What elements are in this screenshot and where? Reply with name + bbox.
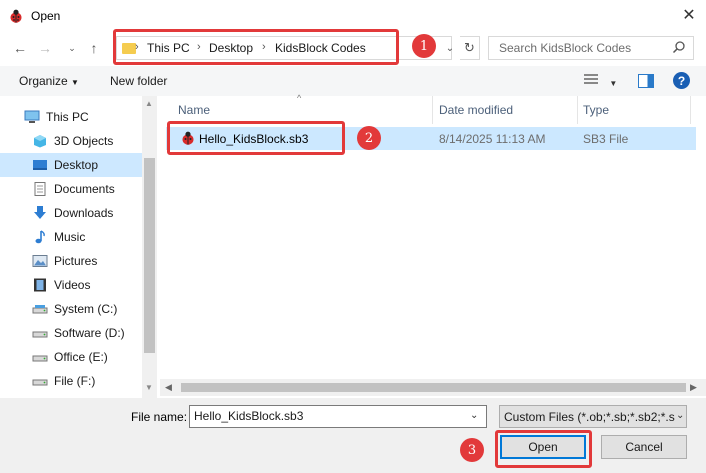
file-type: SB3 File xyxy=(583,132,629,146)
sidebar-item-label: Documents xyxy=(54,182,115,196)
download-icon xyxy=(32,206,48,220)
horizontal-scrollbar-thumb[interactable] xyxy=(181,383,686,392)
chevron-down-icon[interactable]: ⌄ xyxy=(676,410,684,421)
close-button[interactable]: ✕ xyxy=(672,0,706,30)
drive-icon xyxy=(32,302,48,316)
sidebar-item-label: Music xyxy=(54,230,86,244)
sidebar-item-label: Pictures xyxy=(54,254,98,268)
desktop-icon xyxy=(32,158,48,172)
caret-down-icon: ▼ xyxy=(609,79,618,88)
sidebar-item-label: Office (E:) xyxy=(54,350,108,364)
sidebar-item-office-e[interactable]: Office (E:) xyxy=(14,345,142,369)
address-dropdown-button[interactable]: ⌄ xyxy=(440,36,460,60)
caret-down-icon: ▼ xyxy=(71,78,79,87)
drive-icon xyxy=(32,350,48,364)
cancel-button[interactable]: Cancel xyxy=(601,435,687,459)
sidebar-item-label: Videos xyxy=(54,278,91,292)
search-placeholder: Search KidsBlock Codes xyxy=(499,41,632,55)
arrow-up-icon: ↑ xyxy=(90,40,98,56)
scroll-up-icon[interactable]: ▲ xyxy=(145,99,153,108)
drive-icon xyxy=(32,326,48,340)
scroll-down-icon[interactable]: ▼ xyxy=(145,383,153,392)
sidebar-scrollbar-thumb[interactable] xyxy=(144,158,155,353)
recent-locations-button[interactable]: ⌄ xyxy=(62,39,82,57)
annotation-box-2 xyxy=(167,121,345,155)
chevron-down-icon: ⌄ xyxy=(68,42,76,53)
sidebar-item-documents[interactable]: Documents xyxy=(14,177,142,201)
new-folder-button[interactable]: New folder xyxy=(110,74,167,88)
sidebar-item-label: Software (D:) xyxy=(54,326,125,340)
column-divider[interactable] xyxy=(690,96,691,124)
scroll-right-icon[interactable]: ▶ xyxy=(690,382,697,393)
annotation-badge-3: 3 xyxy=(460,438,484,462)
back-button[interactable]: ← xyxy=(10,39,30,57)
organize-menu[interactable]: Organize ▼ xyxy=(19,74,79,88)
sidebar-item-label: Desktop xyxy=(54,158,99,172)
sort-ascending-icon: ^ xyxy=(297,93,302,103)
sidebar-item-label: Downloads xyxy=(54,206,114,220)
column-divider[interactable] xyxy=(577,96,578,124)
help-button[interactable]: ? xyxy=(673,72,690,89)
filename-label: File name: xyxy=(131,410,188,424)
preview-pane-button[interactable] xyxy=(638,74,654,88)
picture-icon xyxy=(32,254,48,268)
annotation-badge-2: 2 xyxy=(357,126,381,150)
sidebar-item-videos[interactable]: Videos xyxy=(14,273,142,297)
ladybug-icon xyxy=(10,9,22,23)
scroll-left-icon[interactable]: ◀ xyxy=(165,382,172,393)
sidebar-item-pictures[interactable]: Pictures xyxy=(14,249,142,273)
sidebar-item-system-c[interactable]: System (C:) xyxy=(14,297,142,321)
arrow-left-icon: ← xyxy=(13,40,27,56)
filename-input[interactable]: Hello_KidsBlock.sb3 xyxy=(189,405,487,428)
up-button[interactable]: ↑ xyxy=(84,39,104,57)
sidebar-item-label: 3D Objects xyxy=(54,134,114,148)
cube-icon xyxy=(32,134,48,148)
annotation-badge-1: 1 xyxy=(412,34,436,58)
sidebar-item-label: File (F:) xyxy=(54,374,96,388)
arrow-right-icon: → xyxy=(38,40,52,56)
document-icon xyxy=(32,182,48,196)
sidebar-item-file-f[interactable]: File (F:) xyxy=(14,369,142,393)
refresh-icon: ↻ xyxy=(464,40,475,55)
annotation-box-1 xyxy=(113,29,399,65)
window-title: Open xyxy=(31,9,61,23)
drive-icon xyxy=(32,374,48,388)
sidebar-item-downloads[interactable]: Downloads xyxy=(14,201,142,225)
search-icon xyxy=(672,40,686,54)
title-bar xyxy=(0,0,706,32)
file-date: 8/14/2025 11:13 AM xyxy=(439,132,546,146)
annotation-box-3 xyxy=(495,430,592,468)
sidebar-item-label: This PC xyxy=(46,110,89,124)
column-header-name[interactable]: Name xyxy=(178,103,210,117)
forward-button[interactable]: → xyxy=(35,39,55,57)
chevron-down-icon[interactable]: ⌄ xyxy=(470,410,478,421)
column-header-date-modified[interactable]: Date modified xyxy=(439,103,513,117)
sidebar-item-software-d[interactable]: Software (D:) xyxy=(14,321,142,345)
computer-icon xyxy=(24,110,40,124)
sidebar-item-music[interactable]: Music xyxy=(14,225,142,249)
chevron-down-icon: ⌄ xyxy=(445,42,455,54)
sidebar-item-3d-objects[interactable]: 3D Objects xyxy=(14,129,142,153)
file-type-filter[interactable]: Custom Files (*.ob;*.sb;*.sb2;*.s xyxy=(499,405,687,428)
refresh-button[interactable]: ↻ xyxy=(460,36,480,60)
column-divider[interactable] xyxy=(432,96,433,124)
view-options-button[interactable]: ▼ xyxy=(584,74,617,89)
sidebar-item-desktop[interactable]: Desktop xyxy=(0,153,142,177)
column-header-type[interactable]: Type xyxy=(583,103,609,117)
organize-label: Organize xyxy=(19,74,68,88)
sidebar-item-this-pc[interactable]: This PC xyxy=(4,105,132,129)
music-icon xyxy=(32,230,48,244)
help-icon: ? xyxy=(677,73,686,88)
sidebar-item-label: System (C:) xyxy=(54,302,118,316)
video-icon xyxy=(32,278,48,292)
list-view-icon xyxy=(584,74,598,86)
close-icon: ✕ xyxy=(682,7,696,24)
